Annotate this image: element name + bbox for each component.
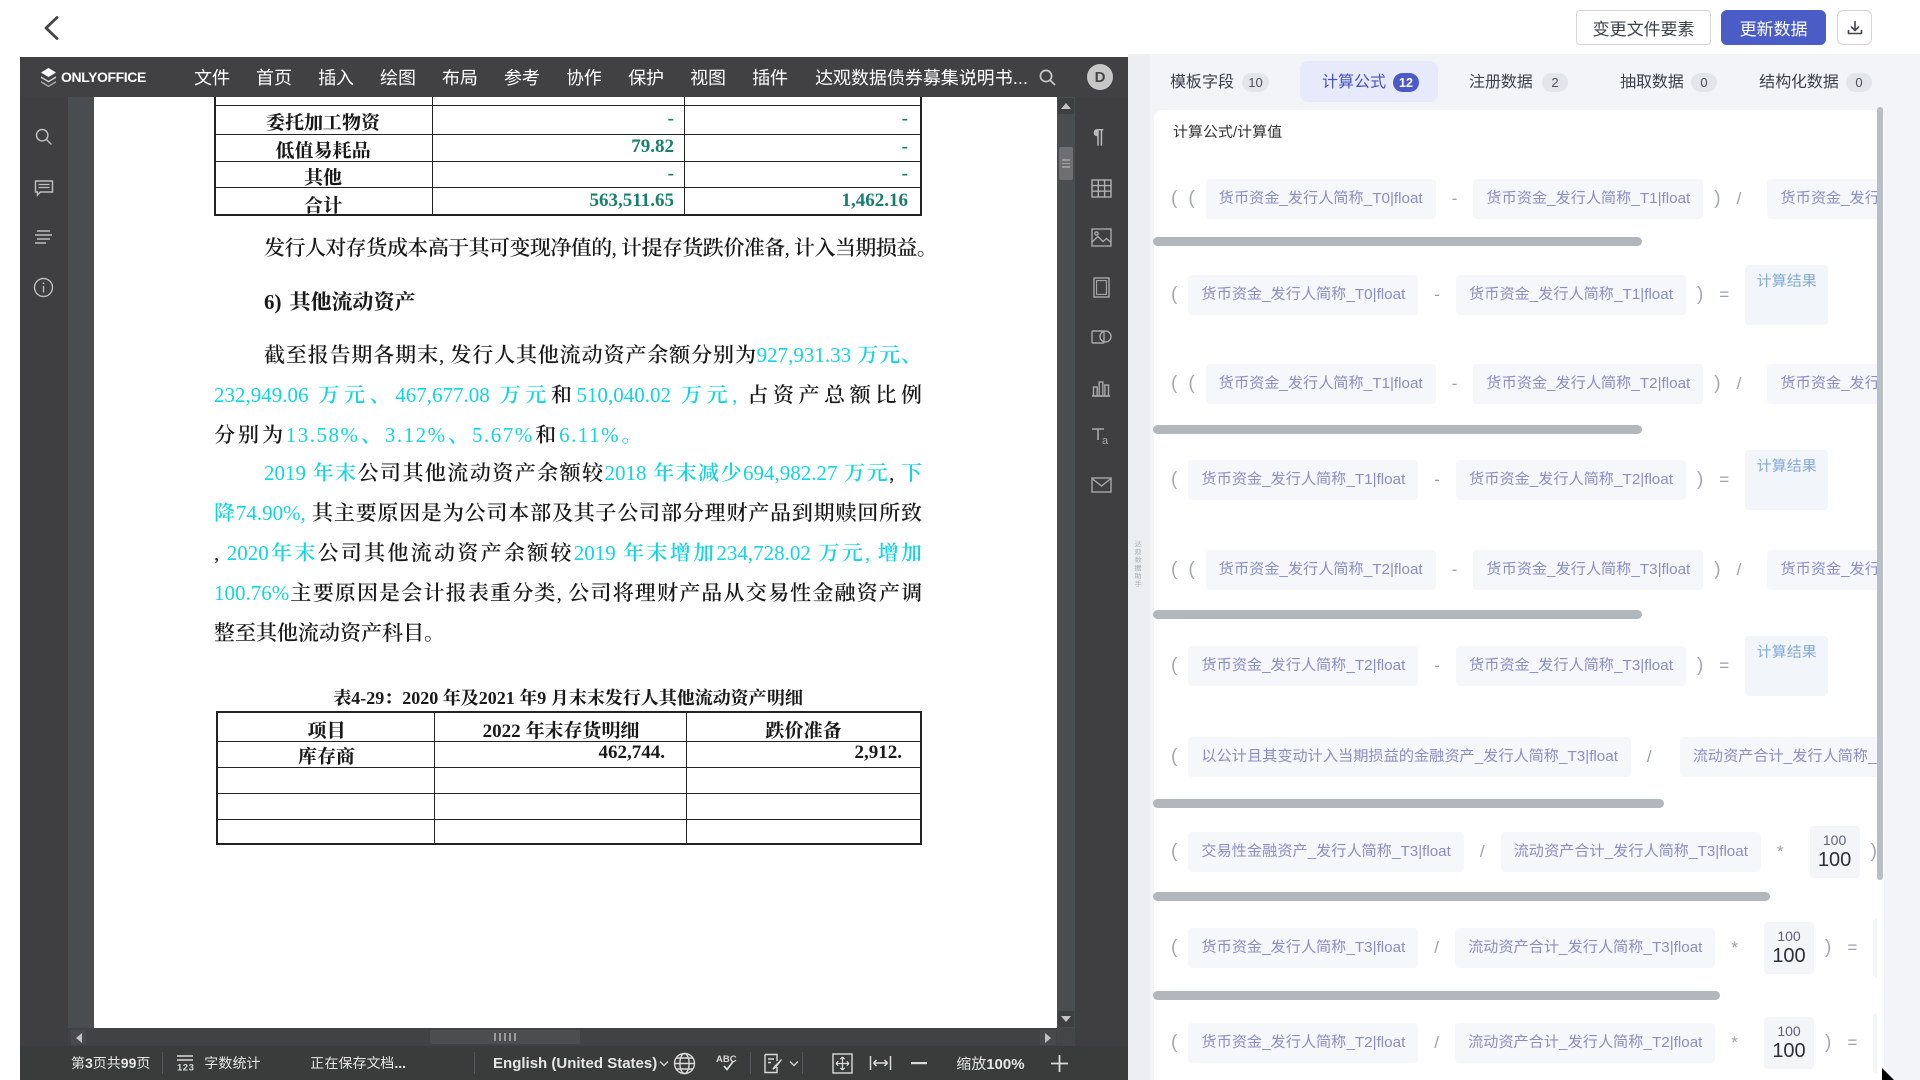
svg-text:ABC: ABC — [716, 1054, 737, 1065]
svg-text:123: 123 — [177, 1063, 194, 1073]
svg-text:a: a — [1102, 435, 1109, 447]
